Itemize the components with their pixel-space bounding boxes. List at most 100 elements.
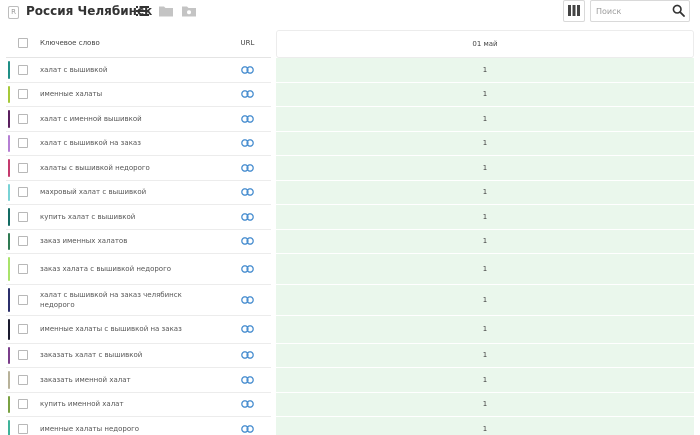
column-header-date[interactable]: 01 май xyxy=(277,40,693,48)
keyword-text: заказ халата с вышивкой недорого xyxy=(40,265,172,273)
keyword-text: купить халат с вышивкой xyxy=(40,212,136,221)
row-color-marker xyxy=(8,159,10,177)
keyword-row[interactable]: халат с вышивкой на заказ челябинск недо… xyxy=(6,285,271,316)
row-checkbox[interactable] xyxy=(18,324,28,335)
row-checkbox[interactable] xyxy=(18,113,28,124)
keyword-row[interactable]: купить именной халат xyxy=(6,393,271,417)
search-icon[interactable] xyxy=(672,4,685,17)
position-row: 1 xyxy=(276,343,694,368)
position-row: 1 xyxy=(276,316,694,344)
position-value: 1 xyxy=(482,400,488,409)
row-checkbox[interactable] xyxy=(18,89,28,100)
row-checkbox[interactable] xyxy=(18,423,28,434)
columns-toggle-button[interactable] xyxy=(563,0,585,22)
keyword-text: именные халаты xyxy=(40,90,103,99)
link-icon[interactable] xyxy=(241,351,254,360)
link-icon[interactable] xyxy=(241,139,254,148)
keyword-text: халат с именной вышивкой xyxy=(40,114,142,123)
position-row: 1 xyxy=(276,107,694,132)
row-checkbox[interactable] xyxy=(18,264,28,274)
link-icon[interactable] xyxy=(241,265,254,273)
keyword-text: именные халаты с вышивкой на заказ xyxy=(40,325,182,334)
position-row: 1 xyxy=(276,131,694,156)
search-input[interactable] xyxy=(596,4,666,19)
link-icon[interactable] xyxy=(241,163,254,172)
positions-table-header: 01 май xyxy=(276,30,694,58)
keyword-text: халат с вышивкой на заказ челябинск недо… xyxy=(40,291,182,309)
keyword-row[interactable]: именные халаты недорого xyxy=(6,417,271,435)
keyword-row[interactable]: именные халаты с вышивкой на заказ xyxy=(6,316,271,344)
keyword-row[interactable]: халат с именной вышивкой xyxy=(6,107,271,132)
row-color-marker xyxy=(8,395,10,413)
position-row: 1 xyxy=(276,229,694,254)
row-checkbox[interactable] xyxy=(18,295,28,305)
keyword-text: халаты с вышивкой недорого xyxy=(40,163,150,172)
row-color-marker xyxy=(8,183,10,201)
select-all-checkbox[interactable] xyxy=(18,38,28,48)
folder-icon[interactable] xyxy=(159,5,173,17)
keyword-text: заказать халат с вышивкой xyxy=(40,351,143,360)
link-icon[interactable] xyxy=(241,90,254,99)
keywords-table: Ключевое слово URL халат с вышивкой именн… xyxy=(6,30,271,435)
row-checkbox[interactable] xyxy=(18,399,28,410)
list-icon[interactable] xyxy=(136,5,149,17)
position-value: 1 xyxy=(482,188,488,197)
keyword-row[interactable]: заказ халата с вышивкой недорого xyxy=(6,254,271,285)
position-value: 1 xyxy=(482,139,488,148)
keyword-row[interactable]: заказать именной халат xyxy=(6,368,271,393)
row-checkbox[interactable] xyxy=(18,138,28,149)
link-icon[interactable] xyxy=(241,375,254,384)
position-row: 1 xyxy=(276,58,694,83)
row-color-marker xyxy=(8,371,10,389)
position-value: 1 xyxy=(482,212,488,221)
keyword-text: махровый халат с вышивкой xyxy=(40,188,147,197)
link-icon[interactable] xyxy=(241,65,254,74)
link-icon[interactable] xyxy=(241,400,254,409)
app-logo: R xyxy=(8,6,19,19)
column-header-keyword[interactable]: Ключевое слово xyxy=(40,39,100,47)
keyword-text: заказ именных халатов xyxy=(40,237,128,246)
keyword-text: именные халаты недорого xyxy=(40,424,140,433)
positions-table: 01 май 1 1 1 1 1 1 1 1 1 1 1 1 1 1 1 xyxy=(276,30,694,435)
column-header-url[interactable]: URL xyxy=(235,39,260,47)
row-color-marker xyxy=(8,257,10,281)
keyword-row[interactable]: махровый халат с вышивкой xyxy=(6,181,271,205)
keyword-row[interactable]: купить халат с вышивкой xyxy=(6,205,271,230)
link-icon[interactable] xyxy=(241,212,254,221)
keyword-row[interactable]: именные халаты xyxy=(6,83,271,107)
link-icon[interactable] xyxy=(241,296,254,304)
row-checkbox[interactable] xyxy=(18,211,28,222)
keyword-text: заказать именной халат xyxy=(40,375,131,384)
link-icon[interactable] xyxy=(241,424,254,433)
link-icon[interactable] xyxy=(241,237,254,246)
link-icon[interactable] xyxy=(241,114,254,123)
row-color-marker xyxy=(8,134,10,152)
keyword-row[interactable]: заказать халат с вышивкой xyxy=(6,344,271,368)
top-bar: R Россия Челябинск xyxy=(0,0,700,28)
folder-tag-icon[interactable] xyxy=(182,5,196,17)
row-color-marker xyxy=(8,208,10,226)
keyword-row[interactable]: заказ именных халатов xyxy=(6,230,271,254)
position-value: 1 xyxy=(482,424,488,433)
row-color-marker xyxy=(8,288,10,312)
row-checkbox[interactable] xyxy=(18,64,28,75)
row-color-marker xyxy=(8,110,10,128)
position-row: 1 xyxy=(276,417,694,435)
row-checkbox[interactable] xyxy=(18,236,28,247)
row-checkbox[interactable] xyxy=(18,350,28,361)
position-value: 1 xyxy=(482,65,488,74)
keyword-row[interactable]: халат с вышивкой xyxy=(6,58,271,83)
row-checkbox[interactable] xyxy=(18,187,28,198)
position-value: 1 xyxy=(482,296,488,304)
row-color-marker xyxy=(8,61,10,79)
keywords-table-header: Ключевое слово URL xyxy=(6,30,271,58)
keyword-row[interactable]: халат с вышивкой на заказ xyxy=(6,132,271,156)
position-value: 1 xyxy=(482,163,488,172)
row-checkbox[interactable] xyxy=(18,162,28,173)
keyword-row[interactable]: халаты с вышивкой недорого xyxy=(6,156,271,181)
link-icon[interactable] xyxy=(241,188,254,197)
position-row: 1 xyxy=(276,285,694,316)
row-checkbox[interactable] xyxy=(18,374,28,385)
search-box xyxy=(590,0,690,22)
link-icon[interactable] xyxy=(241,325,254,334)
